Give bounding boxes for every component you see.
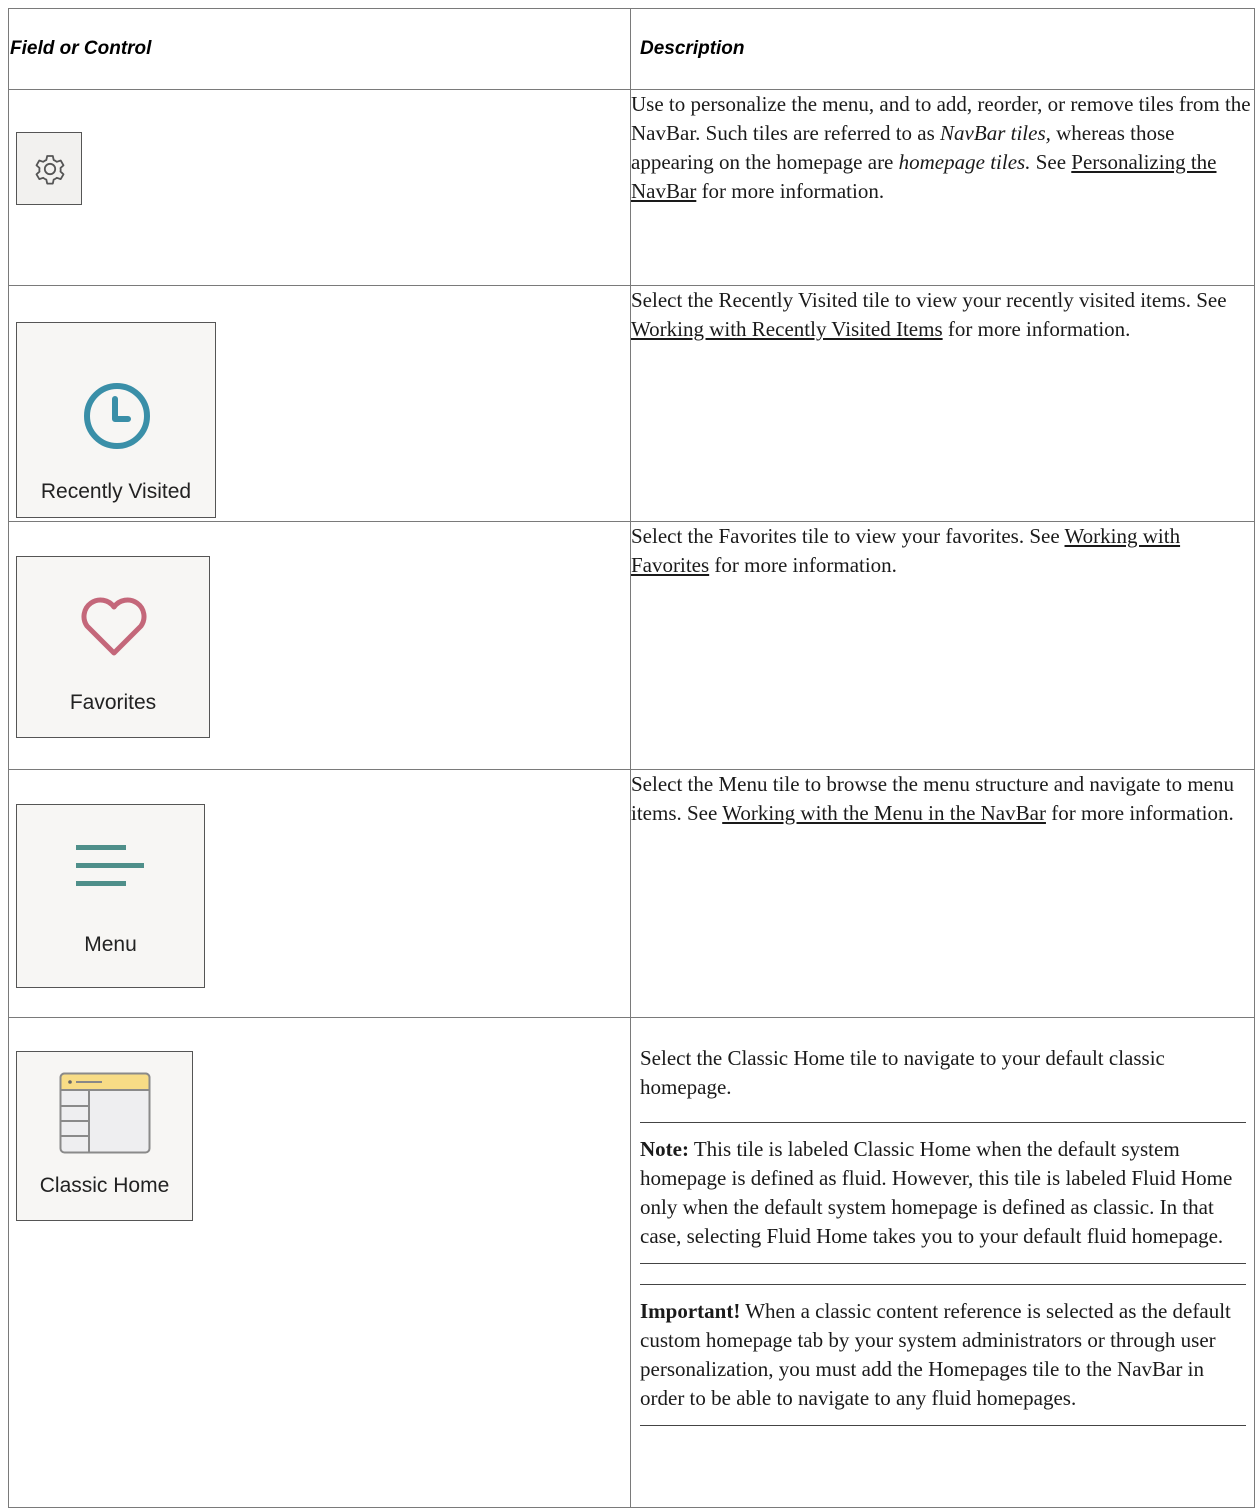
note-text: This tile is labeled Classic Home when t…: [640, 1137, 1233, 1248]
tile-label: Classic Home: [39, 1174, 170, 1197]
table-row: Use to personalize the menu, and to add,…: [8, 89, 1255, 286]
tile-label: Recently Visited: [40, 480, 192, 503]
menu-navbar-link[interactable]: Working with the Menu in the NavBar: [722, 801, 1046, 825]
desc-emphasis: NavBar tiles,: [940, 121, 1051, 145]
control-cell: Classic Home: [8, 1017, 631, 1508]
control-cell: Favorites: [8, 521, 631, 770]
note-label: Note:: [640, 1137, 689, 1161]
table-row: Favorites Select the Favorites tile to v…: [8, 521, 1255, 770]
classic-home-desc: Select the Classic Home tile to navigate…: [631, 1018, 1254, 1426]
description-cell: Select the Classic Home tile to navigate…: [630, 1017, 1255, 1508]
field-description-table: Field or Control Description Use to pers…: [8, 8, 1255, 1508]
heart-icon: [81, 597, 147, 656]
important-label: Important!: [640, 1299, 741, 1323]
control-cell: Menu: [8, 769, 631, 1018]
menu-lines-icon: [76, 845, 144, 886]
column-header-description: Description: [630, 8, 1255, 90]
table-header-row: Field or Control Description: [8, 8, 1255, 90]
important-callout: Important! When a classic content refere…: [640, 1284, 1246, 1426]
favorites-tile[interactable]: Favorites: [16, 556, 210, 738]
description-cell: Select the Recently Visited tile to view…: [630, 285, 1255, 522]
tile-label: Menu: [84, 933, 137, 956]
tile-label: Favorites: [69, 691, 157, 714]
control-cell: Recently Visited: [8, 285, 631, 522]
desc-text: Select the Classic Home tile to navigate…: [640, 1046, 1165, 1099]
table-row: Menu Select the Menu tile to browse the …: [8, 769, 1255, 1018]
desc-text: See: [1030, 150, 1072, 174]
recently-visited-tile[interactable]: Recently Visited: [16, 322, 216, 518]
note-callout: Note: This tile is labeled Classic Home …: [640, 1122, 1246, 1264]
column-header-field: Field or Control: [8, 8, 631, 90]
gear-icon: [35, 155, 65, 185]
control-cell: [8, 89, 631, 286]
clock-icon: [84, 383, 150, 449]
description-cell: Use to personalize the menu, and to add,…: [630, 89, 1255, 286]
menu-tile[interactable]: Menu: [16, 804, 205, 988]
classic-home-icon: [59, 1072, 151, 1154]
description-cell: Select the Favorites tile to view your f…: [630, 521, 1255, 770]
desc-text: Select the Favorites tile to view your f…: [631, 524, 1065, 548]
desc-text: Select the Recently Visited tile to view…: [631, 288, 1227, 312]
desc-text: for more information.: [696, 179, 885, 203]
table-row: Recently Visited Select the Recently Vis…: [8, 285, 1255, 522]
desc-text: for more information.: [709, 553, 897, 577]
header-description-text: Description: [640, 38, 745, 59]
table-row: Classic Home Select the Classic Home til…: [8, 1017, 1255, 1508]
desc-text: for more information.: [942, 317, 1131, 341]
description-cell: Select the Menu tile to browse the menu …: [630, 769, 1255, 1018]
recently-visited-link[interactable]: Working with Recently Visited Items: [631, 317, 943, 341]
desc-text: for more information.: [1045, 801, 1234, 825]
personalize-gear-button[interactable]: [16, 132, 82, 205]
desc-emphasis: homepage tiles.: [898, 150, 1031, 174]
classic-home-tile[interactable]: Classic Home: [16, 1051, 193, 1221]
header-field-text: Field or Control: [10, 38, 152, 59]
